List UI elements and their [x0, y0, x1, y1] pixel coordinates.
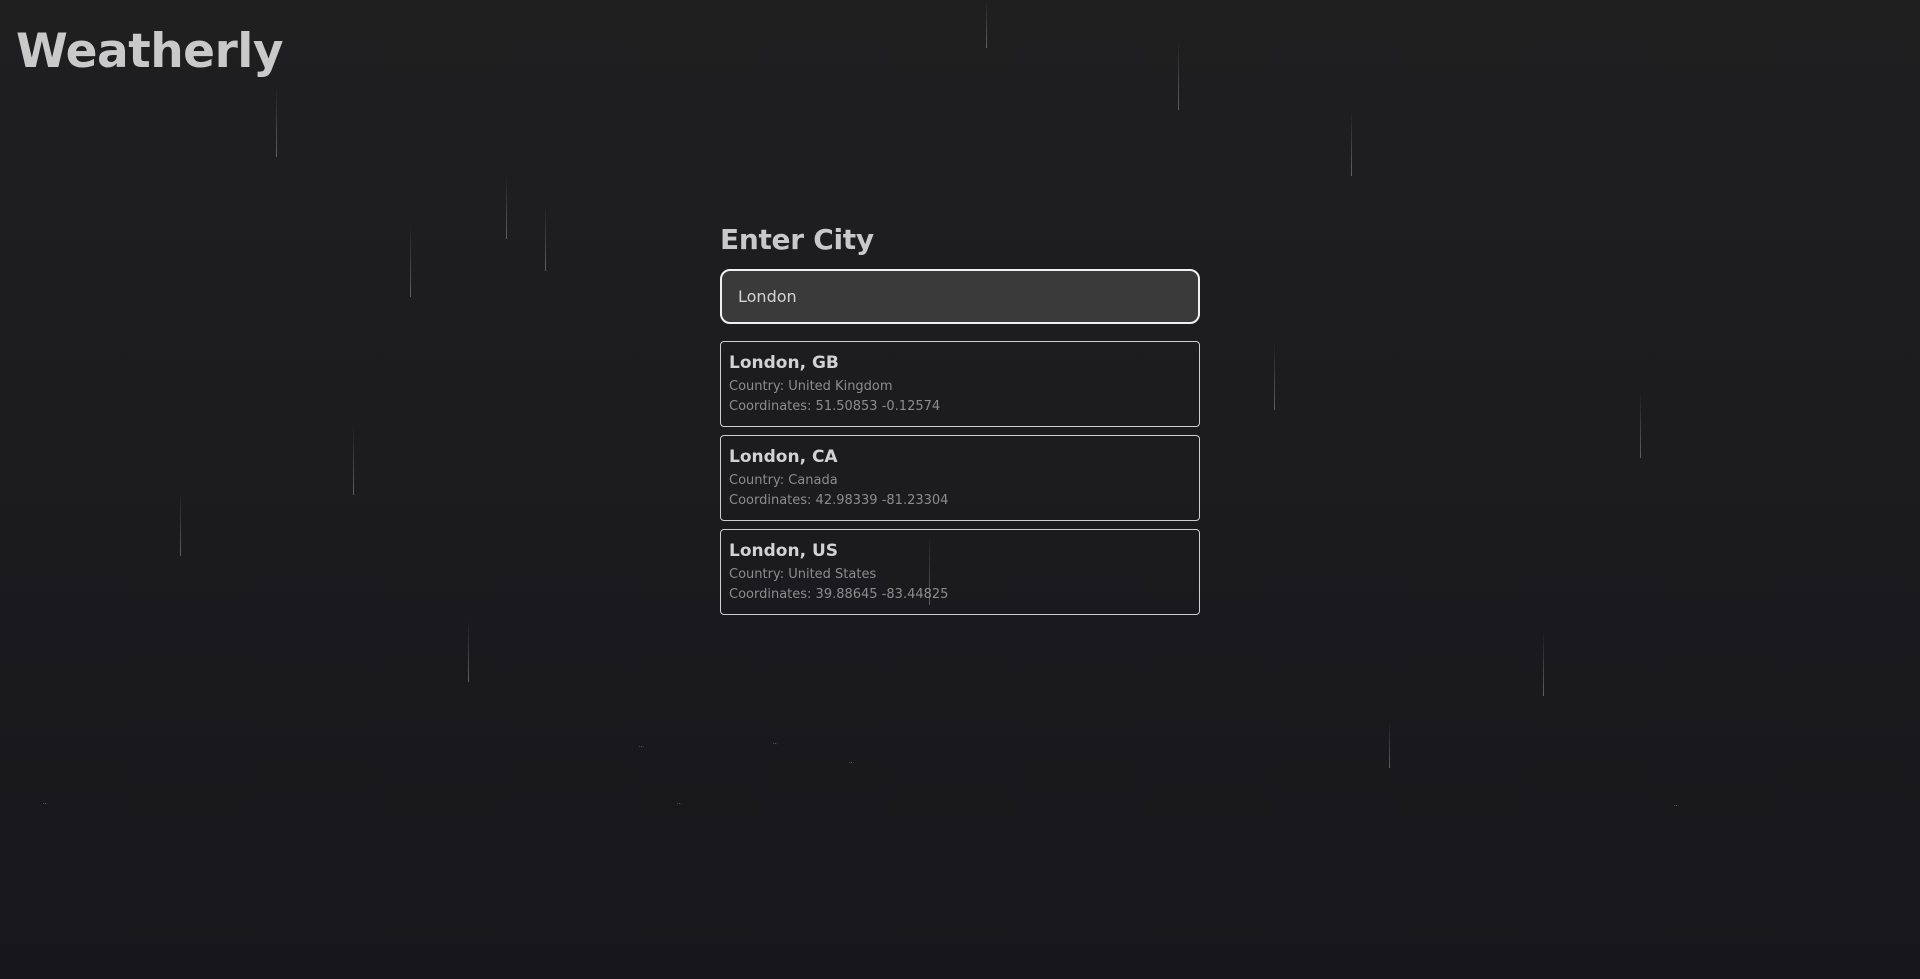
result-coordinates: Coordinates: 42.98339 -81.23304 [729, 493, 949, 508]
raindrop [180, 490, 181, 556]
search-result-london-ca[interactable]: London, CA Country: Canada Coordinates: … [720, 435, 1200, 521]
result-coordinates: Coordinates: 39.88645 -83.44825 [729, 587, 949, 602]
search-result-london-us[interactable]: London, US Country: United States Coordi… [720, 529, 1200, 615]
raindrop [468, 620, 469, 682]
search-heading: Enter City [720, 223, 874, 256]
raindrop [1351, 110, 1352, 176]
raindrop [545, 205, 546, 271]
result-country: Country: Canada [729, 473, 838, 488]
result-city-name: London, GB [729, 353, 839, 373]
search-result-london-gb[interactable]: London, GB Country: United Kingdom Coord… [720, 341, 1200, 427]
search-results-list: London, GB Country: United Kingdom Coord… [720, 341, 1200, 615]
raindrop [276, 85, 277, 157]
result-city-name: London, US [729, 541, 838, 561]
result-country: Country: United States [729, 567, 877, 582]
city-search-panel: Enter City London, GB Country: United Ki… [720, 223, 1200, 623]
raindrop [506, 175, 507, 239]
app-logo: Weatherly [16, 24, 284, 79]
raindrop [1178, 40, 1179, 110]
raindrop [353, 425, 354, 495]
result-city-name: London, CA [729, 447, 838, 467]
raindrop [986, 0, 987, 48]
raindrop-splash [676, 803, 682, 806]
raindrop-splash [638, 746, 644, 749]
raindrop [1640, 390, 1641, 458]
raindrop [1274, 340, 1275, 410]
result-country: Country: United Kingdom [729, 379, 893, 394]
raindrop-splash [772, 743, 778, 746]
result-coordinates: Coordinates: 51.50853 -0.12574 [729, 399, 941, 414]
raindrop-splash [42, 803, 48, 806]
raindrop-splash [1673, 805, 1679, 808]
raindrop [1389, 720, 1390, 768]
city-search-input[interactable] [720, 269, 1200, 324]
raindrop-splash [848, 762, 854, 765]
raindrop [1543, 630, 1544, 696]
raindrop [410, 225, 411, 297]
